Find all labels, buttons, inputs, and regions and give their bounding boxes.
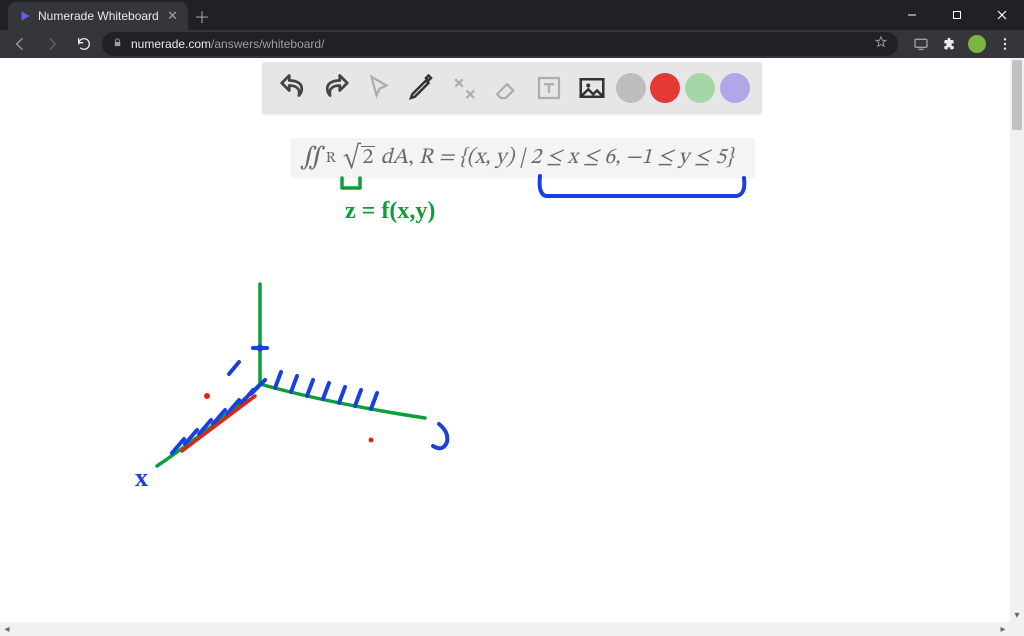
browser-right-icons	[902, 30, 1018, 58]
tab-title: Numerade Whiteboard	[38, 9, 161, 23]
nav-bar: numerade.com/answers/whiteboard/	[0, 30, 1024, 58]
profile-button[interactable]	[964, 30, 990, 58]
horizontal-scrollbar[interactable]: ◂ ▸	[0, 622, 1024, 636]
lock-icon	[112, 37, 123, 51]
new-tab-button[interactable]: ＋	[188, 2, 216, 30]
annotation-z-fxy: z = f(x,y)	[345, 198, 435, 224]
page-content: ∬R 2 dA , R = {(x, y) | 2 ≤ x ≤ 6, −1 ≤ …	[0, 58, 1024, 622]
minimize-button[interactable]	[889, 0, 934, 30]
titlebar: Numerade Whiteboard ✕ ＋	[0, 0, 1024, 30]
url-text: numerade.com/answers/whiteboard/	[131, 37, 866, 51]
axis-label-y: y	[439, 449, 440, 451]
vertical-scrollbar[interactable]: ▴ ▾	[1010, 58, 1024, 622]
window-controls	[889, 0, 1024, 30]
scroll-thumb[interactable]	[1012, 60, 1022, 130]
close-tab-icon[interactable]: ✕	[167, 8, 178, 24]
favicon-icon	[18, 9, 32, 23]
back-button[interactable]	[6, 30, 34, 58]
tab-strip: Numerade Whiteboard ✕ ＋	[0, 0, 889, 30]
scroll-left-icon[interactable]: ◂	[0, 622, 14, 636]
scroll-down-icon[interactable]: ▾	[1010, 608, 1024, 622]
scroll-right-icon[interactable]: ▸	[996, 622, 1010, 636]
browser-tab[interactable]: Numerade Whiteboard ✕	[8, 2, 188, 30]
url-host: numerade.com	[131, 37, 211, 51]
whiteboard-canvas[interactable]: z = f(x,y)	[0, 58, 1024, 622]
forward-button[interactable]	[38, 30, 66, 58]
extensions-icon[interactable]	[936, 30, 962, 58]
url-path: /answers/whiteboard/	[211, 37, 324, 51]
close-window-button[interactable]	[979, 0, 1024, 30]
profile-avatar	[968, 35, 986, 53]
maximize-button[interactable]	[934, 0, 979, 30]
menu-button[interactable]	[992, 30, 1018, 58]
address-bar[interactable]: numerade.com/answers/whiteboard/	[102, 32, 898, 56]
scroll-corner	[1010, 622, 1024, 636]
cast-icon[interactable]	[908, 30, 934, 58]
reload-button[interactable]	[70, 30, 98, 58]
axis-label-x: x	[135, 463, 148, 492]
star-icon[interactable]	[874, 35, 888, 54]
